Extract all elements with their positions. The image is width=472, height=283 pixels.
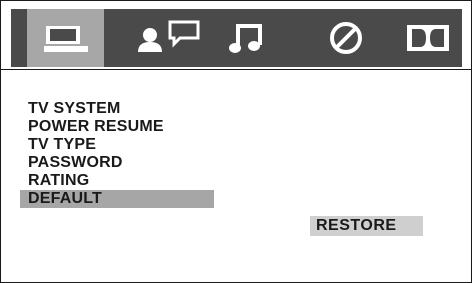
tab-general-setup[interactable] <box>27 9 104 67</box>
tab-bar <box>11 9 462 67</box>
tab-audio-setup[interactable] <box>216 9 274 67</box>
tv-monitor-icon <box>43 23 88 53</box>
header-divider <box>1 69 471 70</box>
menu-item-password[interactable]: PASSWORD <box>20 154 214 172</box>
menu-item-power-resume[interactable]: POWER RESUME <box>20 118 214 136</box>
settings-menu: TV SYSTEM POWER RESUME TV TYPE PASSWORD … <box>20 100 214 208</box>
restore-button[interactable]: RESTORE <box>310 216 423 236</box>
music-note-icon <box>228 21 262 55</box>
tab-preference-setup[interactable] <box>316 9 376 67</box>
menu-item-tv-system[interactable]: TV SYSTEM <box>20 100 214 118</box>
menu-item-default[interactable]: DEFAULT <box>20 190 214 208</box>
dolby-icon <box>406 23 450 53</box>
no-entry-icon <box>327 19 365 57</box>
menu-item-rating[interactable]: RATING <box>20 172 214 190</box>
person-speech-icon <box>134 18 218 58</box>
setup-menu-window: TV SYSTEM POWER RESUME TV TYPE PASSWORD … <box>0 0 472 283</box>
tab-language-setup[interactable] <box>131 9 221 67</box>
tab-dolby-setup[interactable] <box>396 9 460 67</box>
menu-item-tv-type[interactable]: TV TYPE <box>20 136 214 154</box>
